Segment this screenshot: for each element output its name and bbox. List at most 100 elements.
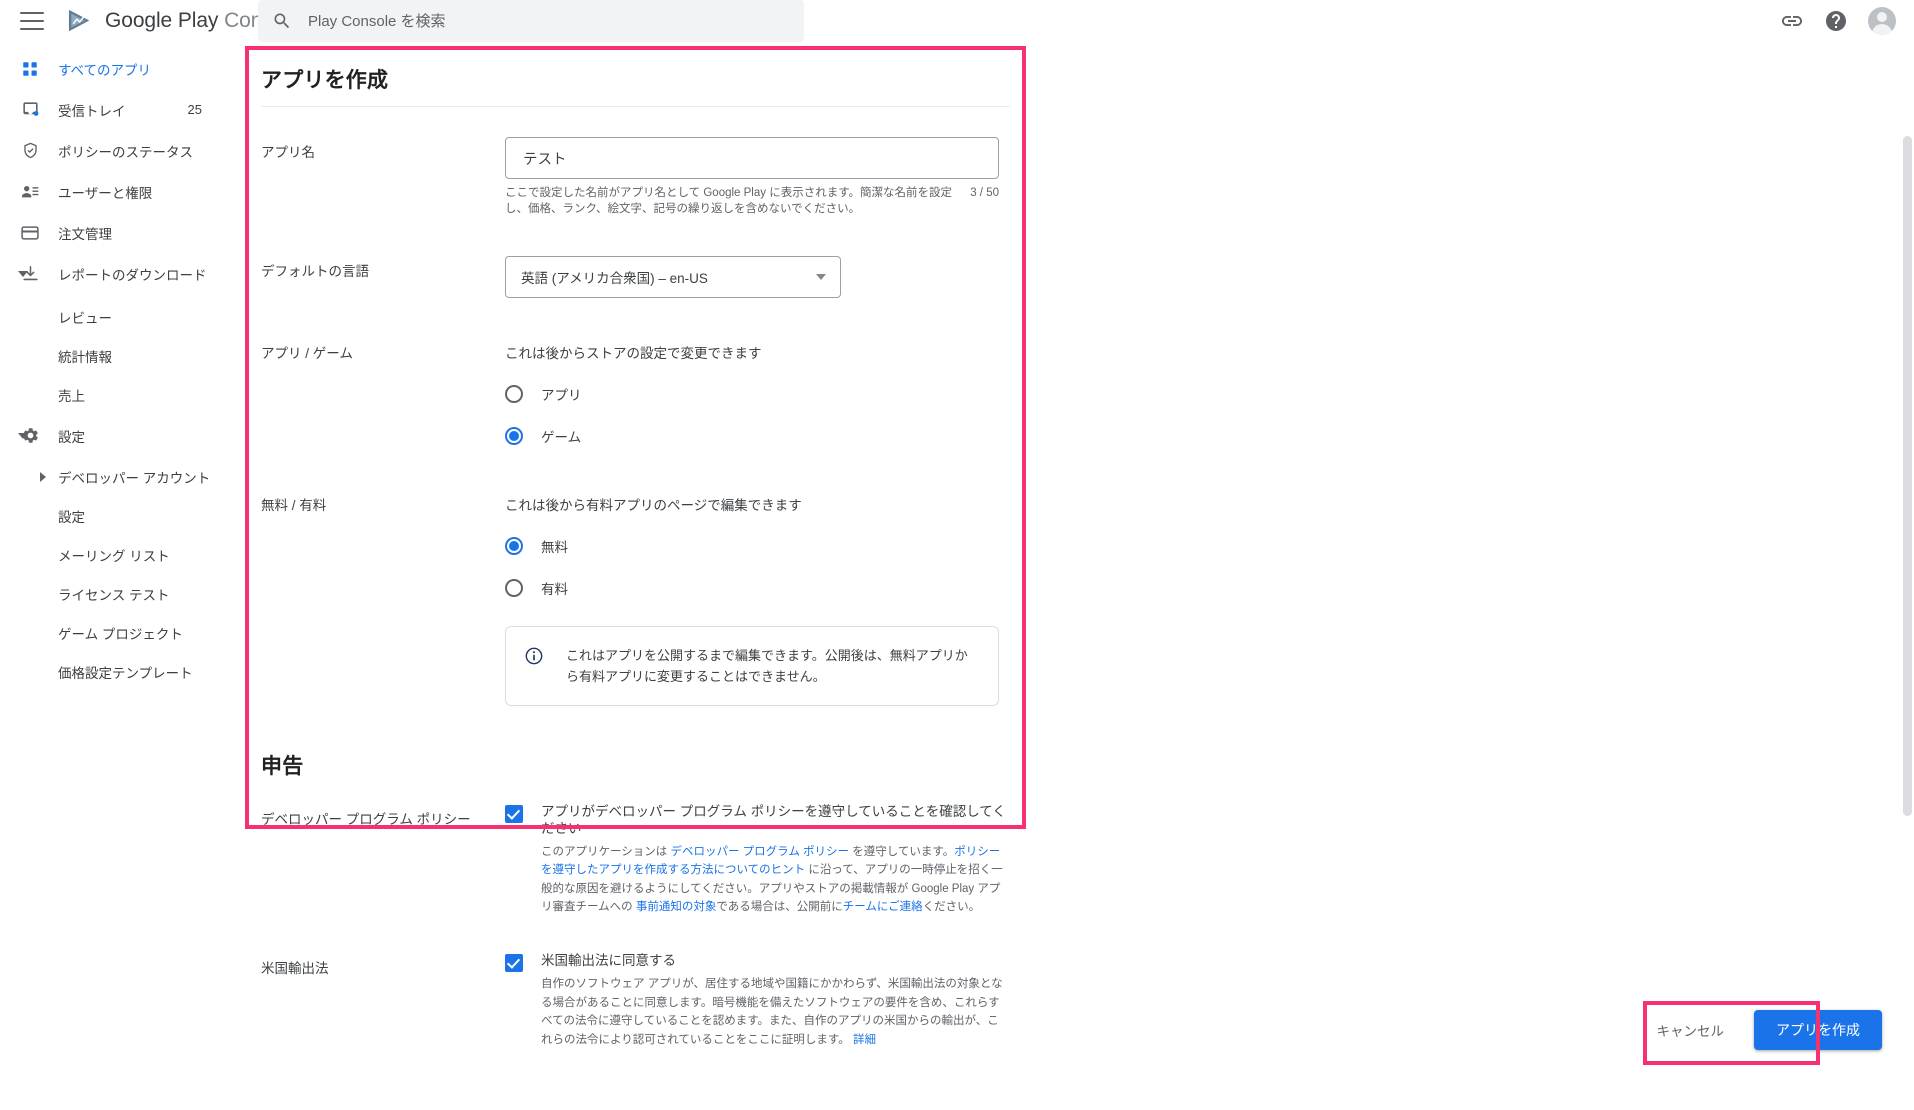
developer-policy-checkbox-block[interactable]: アプリがデベロッパー プログラム ポリシーを遵守していることを確認してください …: [505, 804, 1010, 917]
developer-policy-checkbox[interactable]: [505, 804, 523, 823]
chevron-right-icon[interactable]: [40, 471, 46, 482]
us-export-field-group: 米国輸出法に同意する 自作のソフトウェア アプリが、居住する地域や国籍にかかわら…: [505, 953, 1010, 1049]
info-icon: [524, 645, 544, 687]
app-name-input[interactable]: [521, 149, 983, 167]
us-export-description: 自作のソフトウェア アプリが、居住する地域や国籍にかかわらず、米国輸出法の対象と…: [541, 975, 1010, 1050]
search-input[interactable]: [306, 0, 790, 42]
sidebar-item-label: 価格設定テンプレート: [58, 665, 193, 681]
radio-label-game: ゲーム: [541, 429, 582, 445]
radio-indicator-game[interactable]: [505, 426, 523, 445]
sidebar-item-label: 設定: [58, 429, 85, 445]
sidebar-item-label: 注文管理: [58, 226, 112, 242]
sidebar-item-label: ポリシーのステータス: [58, 144, 193, 160]
sidebar-item-users-permissions[interactable]: ユーザーと権限: [0, 175, 232, 208]
sidebar-item-policy-status[interactable]: ポリシーのステータス: [0, 134, 232, 167]
credit-card-icon: [20, 223, 40, 243]
us-export-checkbox-title: 米国輸出法に同意する: [541, 953, 676, 968]
menu-icon[interactable]: [20, 12, 44, 30]
us-export-desc-text: 自作のソフトウェア アプリが、居住する地域や国籍にかかわらず、米国輸出法の対象と…: [541, 977, 1003, 1046]
sidebar-item-label: ユーザーと権限: [58, 185, 153, 201]
radio-option-free[interactable]: 無料: [505, 530, 1010, 562]
sidebar-item-label: 統計情報: [58, 349, 112, 365]
app-name-input-wrapper[interactable]: [505, 137, 999, 179]
us-export-checkbox[interactable]: [505, 954, 523, 972]
app-name-field-group: ここで設定した名前がアプリ名として Google Play に表示されます。簡潔…: [505, 137, 1010, 218]
help-icon[interactable]: [1824, 9, 1848, 33]
app-name-helper: ここで設定した名前がアプリ名として Google Play に表示されます。簡潔…: [505, 185, 999, 218]
radio-indicator-free[interactable]: [505, 536, 523, 555]
sidebar-item-license-test[interactable]: ライセンス テスト: [0, 577, 232, 610]
sidebar-item-label: レビュー: [58, 310, 112, 326]
developer-policy-label: デベロッパー プログラム ポリシー: [261, 811, 471, 827]
declarations-title: 申告: [261, 754, 304, 778]
sidebar-item-settings-sub[interactable]: 設定: [0, 499, 232, 532]
app-or-game-hint: これは後からストアの設定で変更できます: [505, 345, 762, 361]
dp-text-4: である場合は、公開前に: [716, 901, 843, 914]
advance-notice-link[interactable]: 事前通知の対象: [636, 901, 717, 913]
scrollbar-thumb[interactable]: [1903, 136, 1912, 816]
sidebar-item-inbox[interactable]: 受信トレイ 25: [0, 93, 232, 126]
developer-policy-description: このアプリケーションは デベロッパー プログラム ポリシー を遵守しています。ポ…: [541, 843, 1010, 918]
radio-indicator-app[interactable]: [505, 384, 523, 403]
dp-text-5: ください。: [922, 901, 981, 914]
free-or-paid-label: 無料 / 有料: [261, 497, 327, 513]
title-divider: [261, 106, 1010, 107]
user-permissions-icon: [20, 182, 40, 202]
chevron-down-icon: [816, 273, 826, 280]
radio-option-app[interactable]: アプリ: [505, 378, 1010, 410]
us-export-details-link[interactable]: 詳細: [853, 1034, 876, 1046]
free-paid-info-text: これはアプリを公開するまで編集できます。公開後は、無料アプリから有料アプリに変更…: [566, 647, 968, 684]
create-app-card: アプリを作成 アプリ名 ここで設定した名前がアプリ名として Google Pla…: [249, 50, 1022, 1050]
sidebar-item-label: ゲーム プロジェクト: [58, 626, 183, 642]
developer-policy-field-group: アプリがデベロッパー プログラム ポリシーを遵守していることを確認してください …: [505, 804, 1010, 917]
sidebar-item-statistics[interactable]: 統計情報: [0, 339, 232, 372]
declarations-section: 申告 デベロッパー プログラム ポリシー アプリがデベロッパー プログラム ポリ…: [249, 750, 1022, 1050]
inbox-badge-count: 25: [187, 102, 202, 117]
link-icon[interactable]: [1780, 9, 1804, 33]
scrollbar-track[interactable]: [1900, 84, 1914, 1110]
chevron-down-icon[interactable]: [18, 432, 28, 439]
us-export-checkbox-block[interactable]: 米国輸出法に同意する 自作のソフトウェア アプリが、居住する地域や国籍にかかわら…: [505, 953, 1010, 1049]
sidebar-item-download-reports[interactable]: レポートのダウンロード: [0, 257, 232, 290]
search-bar[interactable]: [258, 0, 804, 42]
sidebar-item-developer-account[interactable]: デベロッパー アカウント: [0, 460, 232, 493]
inbox-icon: [20, 100, 40, 120]
free-or-paid-row: 無料 / 有料 これは後から有料アプリのページで編集できます 無料 有料 これは…: [249, 490, 1022, 706]
google-play-icon: [68, 9, 90, 32]
sidebar-item-label: すべてのアプリ: [58, 62, 152, 78]
contact-team-link[interactable]: チームにご連絡: [843, 901, 923, 913]
cancel-button[interactable]: キャンセル: [1649, 1010, 1733, 1050]
app-name-helper-text: ここで設定した名前がアプリ名として Google Play に表示されます。簡潔…: [505, 187, 953, 216]
sidebar-item-settings[interactable]: 設定: [0, 419, 232, 452]
free-paid-info-callout: これはアプリを公開するまで編集できます。公開後は、無料アプリから有料アプリに変更…: [505, 625, 999, 706]
app-or-game-row: アプリ / ゲーム これは後からストアの設定で変更できます アプリ ゲーム: [249, 338, 1022, 452]
create-app-button[interactable]: アプリを作成: [1754, 1010, 1882, 1050]
sidebar-item-mailing-list[interactable]: メーリング リスト: [0, 538, 232, 571]
us-export-row: 米国輸出法 米国輸出法に同意する 自作のソフトウェア アプリが、居住する地域や国…: [249, 953, 1022, 1049]
radio-option-game[interactable]: ゲーム: [505, 420, 1010, 452]
default-language-field-group: 英語 (アメリカ合衆国) – en-US: [505, 255, 1010, 298]
us-export-text-group: 米国輸出法に同意する 自作のソフトウェア アプリが、居住する地域や国籍にかかわら…: [541, 953, 1010, 1049]
default-language-select[interactable]: 英語 (アメリカ合衆国) – en-US: [505, 255, 841, 298]
chevron-down-icon[interactable]: [18, 270, 28, 277]
sidebar-item-label: 設定: [58, 509, 85, 525]
sidebar-item-label: 受信トレイ: [58, 103, 126, 119]
sidebar-item-pricing-template[interactable]: 価格設定テンプレート: [0, 655, 232, 688]
sidebar-item-label: メーリング リスト: [58, 548, 170, 564]
developer-program-policy-link[interactable]: デベロッパー プログラム ポリシー: [670, 846, 849, 858]
dp-text-2: を遵守しています。: [849, 845, 955, 858]
radio-option-paid[interactable]: 有料: [505, 572, 1010, 604]
main-content: アプリを作成 アプリ名 ここで設定した名前がアプリ名として Google Pla…: [232, 42, 1914, 1110]
sidebar-item-order-management[interactable]: 注文管理: [0, 216, 232, 249]
page-title: アプリを作成: [261, 69, 389, 92]
avatar[interactable]: [1868, 7, 1896, 35]
radio-label-free: 無料: [541, 539, 568, 555]
sidebar-item-all-apps[interactable]: すべてのアプリ: [0, 52, 232, 85]
sidebar-item-reviews[interactable]: レビュー: [0, 300, 232, 333]
app-or-game-field-group: これは後からストアの設定で変更できます アプリ ゲーム: [505, 338, 1010, 452]
sidebar-item-game-project[interactable]: ゲーム プロジェクト: [0, 616, 232, 649]
radio-indicator-paid[interactable]: [505, 578, 523, 597]
apps-grid-icon: [20, 59, 40, 79]
sidebar-item-sales[interactable]: 売上: [0, 378, 232, 411]
dp-text-1: このアプリケーションは: [541, 845, 671, 858]
